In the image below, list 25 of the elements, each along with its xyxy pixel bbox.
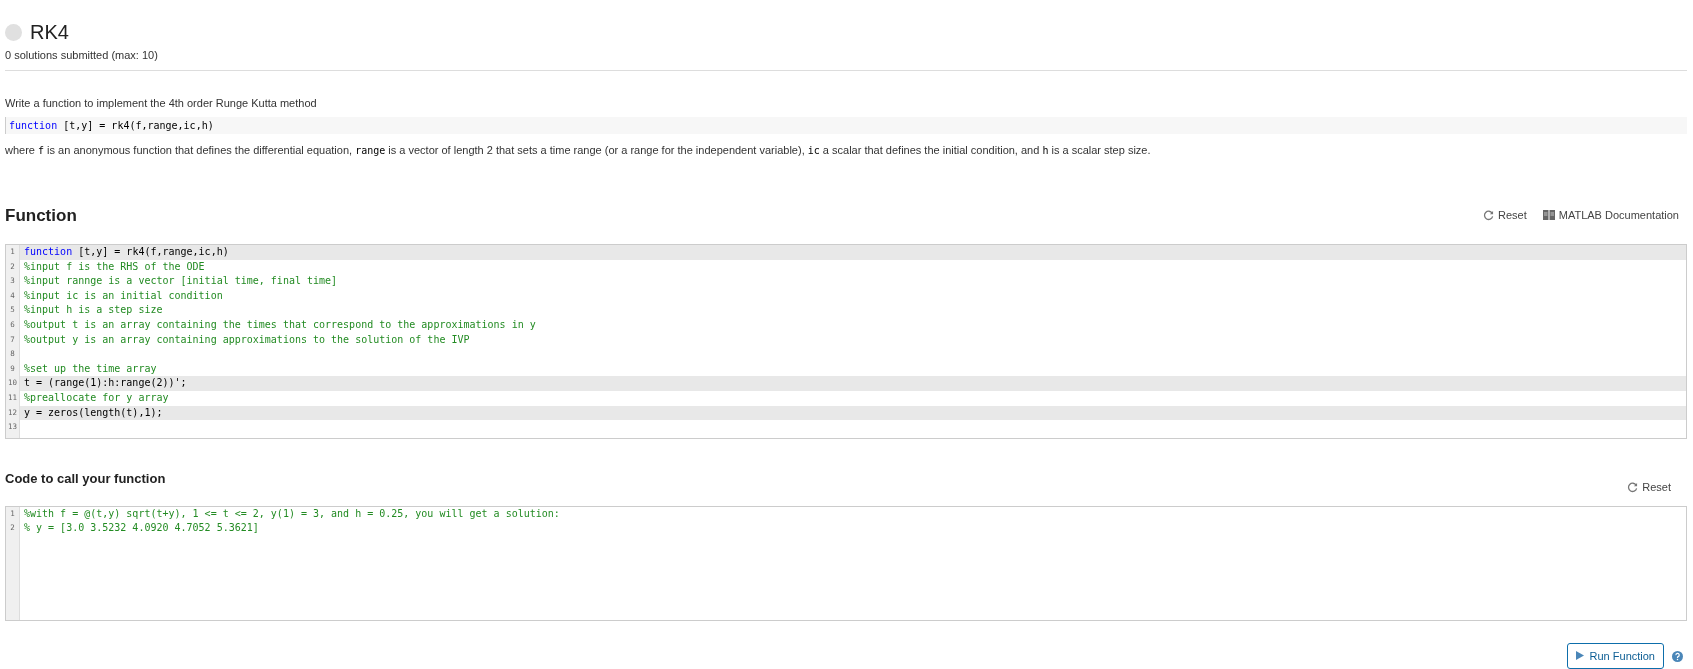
documentation-link[interactable]: MATLAB Documentation: [1542, 207, 1679, 224]
code-line: %output t is an array containing the times that correspond to the approximations in y: [23, 317, 537, 332]
book-icon: [1542, 210, 1555, 221]
submission-count: 0 solutions submitted (max: 10): [5, 49, 158, 61]
section-heading: Code to call your function: [5, 469, 166, 488]
description-text: Write a function to implement the 4th order Runge Kutta method: [5, 95, 318, 111]
reset-icon: [1483, 209, 1494, 221]
play-icon: [1575, 651, 1584, 661]
code-line: %input h is a step size: [23, 303, 164, 318]
code-line: %input ic is an initial condition: [23, 288, 224, 303]
code-line: %with f = @(t,y) sqrt(t+y), 1 <= t <= 2, y(1) = 3, and h = 0.25, you will get a solution:: [23, 506, 561, 521]
problem-title: RK4: [30, 20, 69, 44]
function-signature: function [t,y] = rk4(f,range,ic,h): [5, 117, 1687, 134]
description-paragraph: where f is an anonymous function that defines the differential equation, range is a vector of length 2 that sets a time range (or a range for the independent variable), ic a scalar that defines the initial condition, and h is a scalar step size.: [5, 143, 1152, 158]
reset-button[interactable]: Reset: [1627, 479, 1671, 496]
code-line: %input f is the RHS of the ODE: [23, 259, 206, 274]
reset-button[interactable]: Reset: [1483, 207, 1527, 224]
run-function-button[interactable]: Run Function: [1566, 642, 1664, 669]
code-line: %input rannge is a vector [initial time, final time]: [23, 274, 339, 289]
code-line: %preallocate for y array: [23, 390, 170, 405]
code-line: % y = [3.0 3.5232 4.0920 4.7052 5.3621]: [23, 521, 260, 536]
code-line: %set up the time array: [23, 361, 158, 376]
section-heading: Function: [5, 204, 77, 227]
code-line: %output y is an array containing approximations to the solution of the IVP: [23, 332, 471, 347]
reset-icon: [1627, 481, 1639, 493]
